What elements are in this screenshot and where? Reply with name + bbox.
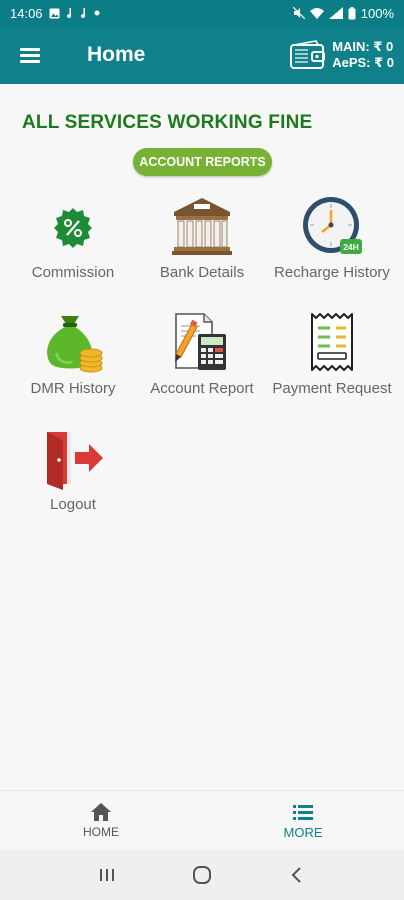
calculator-report-icon xyxy=(175,313,226,370)
system-indicators: 100% xyxy=(292,5,394,21)
tile-label: Recharge History xyxy=(274,264,390,281)
wallet-icon xyxy=(290,40,326,69)
account-reports-button[interactable]: ACCOUNT REPORTS xyxy=(133,148,272,176)
back-chevron-icon xyxy=(291,867,301,883)
nav-more[interactable]: MORE xyxy=(202,791,404,850)
tile-label: Account Report xyxy=(150,380,254,397)
hamburger-icon xyxy=(20,48,40,63)
home-system-button[interactable] xyxy=(187,860,217,890)
image-notification-icon xyxy=(49,8,60,18)
bank-icon xyxy=(172,198,232,255)
nav-more-label: MORE xyxy=(283,825,323,840)
money-bag-icon xyxy=(47,316,103,373)
dot-icon xyxy=(94,10,100,16)
music-note-icon xyxy=(80,7,85,18)
tile-recharge-history[interactable]: 24H Recharge History xyxy=(266,194,398,304)
recent-apps-button[interactable] xyxy=(92,860,122,890)
svg-text:24H: 24H xyxy=(343,242,359,252)
status-time: 14:06 xyxy=(10,5,43,21)
services-content: ALL SERVICES WORKING FINE ACCOUNT REPORT… xyxy=(0,84,404,790)
tile-payment-request[interactable]: Payment Request xyxy=(266,310,398,420)
list-icon xyxy=(293,805,313,820)
signal-icon xyxy=(328,7,343,19)
tile-bank-details[interactable]: Bank Details xyxy=(136,194,268,304)
services-status-headline: ALL SERVICES WORKING FINE xyxy=(22,112,313,133)
home-icon xyxy=(91,803,111,821)
tile-account-report[interactable]: Account Report xyxy=(136,310,268,420)
status-bar: 14:06 100% xyxy=(0,0,404,26)
bottom-nav: HOME MORE xyxy=(0,790,404,850)
tile-logout[interactable]: Logout xyxy=(7,426,139,536)
logout-icon xyxy=(47,432,103,490)
tile-label: DMR History xyxy=(30,380,116,397)
battery-percent: 100% xyxy=(360,5,394,21)
receipt-icon xyxy=(311,313,353,371)
system-nav-bar xyxy=(0,850,404,900)
back-button[interactable] xyxy=(282,860,312,890)
recent-apps-icon xyxy=(100,869,115,881)
battery-icon xyxy=(348,6,356,19)
home-circle-icon xyxy=(192,866,211,884)
nav-home-label: HOME xyxy=(83,825,119,839)
main-balance: MAIN: ₹ 0 xyxy=(332,39,394,54)
notification-icons xyxy=(49,7,100,19)
percent-badge-icon xyxy=(54,208,92,248)
app-bar: Home MAIN: ₹ 0 AePS: ₹ 0 xyxy=(0,26,404,84)
tile-commission[interactable]: Commission xyxy=(7,194,139,304)
clock-24h-icon: 24H xyxy=(303,197,362,254)
tile-dmr-history[interactable]: DMR History xyxy=(7,310,139,420)
wallet-balance[interactable]: MAIN: ₹ 0 AePS: ₹ 0 xyxy=(290,39,394,71)
tile-label: Logout xyxy=(50,496,96,513)
tile-label: Commission xyxy=(31,264,115,281)
page-title: Home xyxy=(87,43,146,66)
music-note-icon xyxy=(66,7,71,18)
mute-icon xyxy=(292,7,305,19)
tile-label: Payment Request xyxy=(272,380,392,397)
menu-button[interactable] xyxy=(0,26,60,84)
tile-label: Bank Details xyxy=(159,264,245,281)
aeps-balance: AePS: ₹ 0 xyxy=(332,55,394,70)
wifi-icon xyxy=(309,8,324,19)
nav-home[interactable]: HOME xyxy=(0,791,202,850)
